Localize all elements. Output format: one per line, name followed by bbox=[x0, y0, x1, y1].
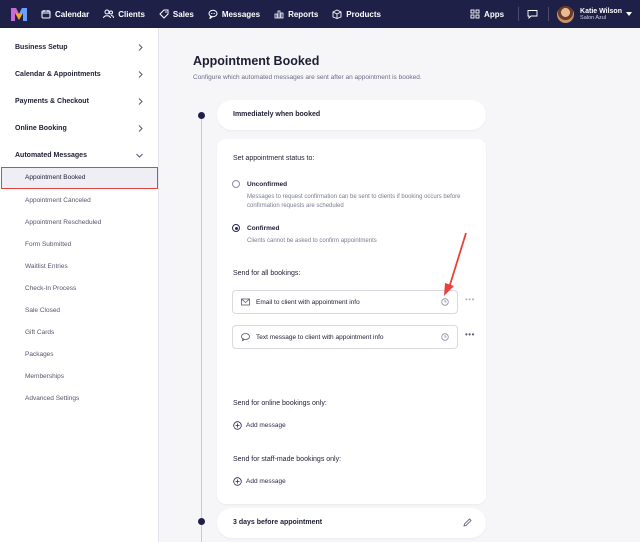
settings-sidebar: Business Setup Calendar & Appointments P… bbox=[0, 28, 159, 542]
sidebar-item-label: Payments & Checkout bbox=[15, 98, 89, 105]
sidebar-item-label: Online Booking bbox=[15, 125, 67, 132]
sidebar-sub-appointment-booked[interactable]: Appointment Booked bbox=[1, 167, 158, 189]
clock-icon[interactable] bbox=[441, 298, 449, 306]
message-email-text: Email to client with appointment info bbox=[256, 299, 360, 306]
nav-reports[interactable]: Reports bbox=[274, 9, 318, 19]
radio-confirmed-help: Clients cannot be asked to confirm appoi… bbox=[247, 238, 377, 244]
sidebar-item-label: Business Setup bbox=[15, 44, 68, 51]
timeline-line bbox=[201, 116, 202, 542]
add-message-staff-button[interactable]: Add message bbox=[233, 477, 286, 486]
apps-label: Apps bbox=[484, 9, 505, 19]
add-message-online-button[interactable]: Add message bbox=[233, 421, 286, 430]
bar-chart-icon bbox=[274, 10, 284, 19]
trigger-title: 3 days before appointment bbox=[233, 519, 323, 526]
radio-confirmed[interactable] bbox=[232, 224, 240, 232]
message-sms-text: Text message to client with appointment … bbox=[256, 334, 384, 341]
timeline-dot bbox=[198, 112, 205, 119]
avatar[interactable] bbox=[557, 5, 575, 23]
plus-circle-icon bbox=[233, 421, 242, 430]
user-name: Katie Wilson bbox=[580, 7, 622, 15]
nav-right: Apps Katie Wilson Salon Azul bbox=[470, 0, 640, 28]
nav-messages[interactable]: Messages bbox=[208, 9, 260, 19]
nav-sales[interactable]: Sales bbox=[159, 9, 194, 19]
message-email-row[interactable]: Email to client with appointment info bbox=[232, 290, 458, 314]
chevron-right-icon bbox=[138, 125, 143, 132]
main-content: Appointment Booked Configure which autom… bbox=[160, 28, 640, 542]
pencil-icon[interactable] bbox=[463, 518, 472, 527]
add-message-label: Add message bbox=[246, 478, 286, 485]
status-section-label: Set appointment status to: bbox=[233, 155, 315, 162]
chevron-right-icon bbox=[138, 71, 143, 78]
calendar-icon bbox=[41, 10, 51, 19]
nav-calendar-label: Calendar bbox=[55, 9, 90, 19]
chevron-down-icon bbox=[136, 153, 143, 158]
staff-bookings-label: Send for staff-made bookings only: bbox=[233, 456, 342, 463]
business-name: Salon Azul bbox=[580, 14, 607, 21]
nav-reports-label: Reports bbox=[288, 9, 319, 19]
all-bookings-label: Send for all bookings: bbox=[233, 270, 301, 277]
page-title: Appointment Booked bbox=[193, 54, 320, 68]
more-options-icon[interactable]: ••• bbox=[465, 330, 475, 339]
add-message-label: Add message bbox=[246, 422, 286, 429]
radio-unconfirmed[interactable] bbox=[232, 180, 240, 188]
chat-icon bbox=[208, 9, 218, 19]
sidebar-sub-waitlist-entries[interactable]: Waitlist Entries bbox=[25, 263, 68, 270]
divider bbox=[518, 7, 520, 21]
sidebar-item-business-setup[interactable]: Business Setup bbox=[15, 44, 143, 51]
timeline-dot bbox=[198, 518, 205, 525]
conversation-icon[interactable] bbox=[527, 9, 538, 19]
grid-icon bbox=[470, 9, 480, 19]
radio-unconfirmed-help: Messages to request confirmation can be … bbox=[247, 194, 461, 209]
radio-unconfirmed-label: Unconfirmed bbox=[247, 181, 288, 188]
tag-icon bbox=[159, 9, 169, 19]
radio-confirmed-label: Confirmed bbox=[247, 225, 280, 232]
logo-icon[interactable] bbox=[11, 7, 27, 21]
sidebar-item-calendar-appointments[interactable]: Calendar & Appointments bbox=[15, 71, 143, 78]
sidebar-sub-appointment-canceled[interactable]: Appointment Canceled bbox=[25, 197, 91, 204]
nav-messages-label: Messages bbox=[221, 9, 261, 19]
online-bookings-label: Send for online bookings only: bbox=[233, 400, 327, 407]
sms-icon bbox=[241, 333, 250, 341]
page-subtitle: Configure which automated messages are s… bbox=[193, 74, 422, 81]
nav-clients-label: Clients bbox=[118, 9, 145, 19]
sidebar-item-label: Automated Messages bbox=[15, 152, 87, 159]
box-icon bbox=[332, 9, 342, 19]
plus-circle-icon bbox=[233, 477, 242, 486]
nav-products[interactable]: Products bbox=[332, 9, 381, 19]
nav-clients[interactable]: Clients bbox=[103, 9, 145, 19]
sidebar-sub-check-in-process[interactable]: Check-In Process bbox=[25, 285, 76, 292]
more-options-icon[interactable]: ••• bbox=[465, 295, 475, 304]
sidebar-sub-memberships[interactable]: Memberships bbox=[25, 373, 64, 380]
sidebar-item-payments-checkout[interactable]: Payments & Checkout bbox=[15, 98, 143, 105]
sidebar-item-label: Calendar & Appointments bbox=[15, 71, 101, 78]
sidebar-sub-appointment-rescheduled[interactable]: Appointment Rescheduled bbox=[25, 219, 101, 226]
sidebar-sub-gift-cards[interactable]: Gift Cards bbox=[25, 329, 54, 336]
user-menu[interactable]: Katie Wilson Salon Azul bbox=[580, 8, 622, 21]
nav-calendar[interactable]: Calendar bbox=[41, 9, 89, 19]
trigger-title: Immediately when booked bbox=[233, 111, 321, 118]
sidebar-sub-form-submitted[interactable]: Form Submitted bbox=[25, 241, 71, 248]
sidebar-sub-packages[interactable]: Packages bbox=[25, 351, 54, 358]
nav-sales-label: Sales bbox=[172, 9, 194, 19]
sidebar-item-automated-messages[interactable]: Automated Messages bbox=[15, 152, 143, 159]
trigger-immediately-card[interactable]: Immediately when booked bbox=[217, 100, 486, 130]
message-settings-card: Set appointment status to: Unconfirmed M… bbox=[217, 139, 486, 504]
nav-products-label: Products bbox=[346, 9, 381, 19]
sidebar-sub-label: Appointment Booked bbox=[25, 174, 86, 181]
chevron-right-icon bbox=[138, 44, 143, 51]
trigger-3-days-card[interactable]: 3 days before appointment bbox=[217, 508, 486, 538]
caret-down-icon[interactable] bbox=[626, 12, 632, 16]
divider bbox=[548, 7, 550, 21]
sidebar-sub-advanced-settings[interactable]: Advanced Settings bbox=[25, 395, 79, 402]
sidebar-item-online-booking[interactable]: Online Booking bbox=[15, 125, 143, 132]
clients-icon bbox=[103, 9, 115, 19]
clock-icon[interactable] bbox=[441, 333, 449, 341]
apps-button[interactable]: Apps bbox=[470, 9, 504, 19]
envelope-icon bbox=[241, 298, 250, 306]
top-nav: Calendar Clients Sales Messages Reports … bbox=[0, 0, 640, 28]
sidebar-sub-sale-closed[interactable]: Sale Closed bbox=[25, 307, 60, 314]
chevron-right-icon bbox=[138, 98, 143, 105]
message-sms-row[interactable]: Text message to client with appointment … bbox=[232, 325, 458, 349]
